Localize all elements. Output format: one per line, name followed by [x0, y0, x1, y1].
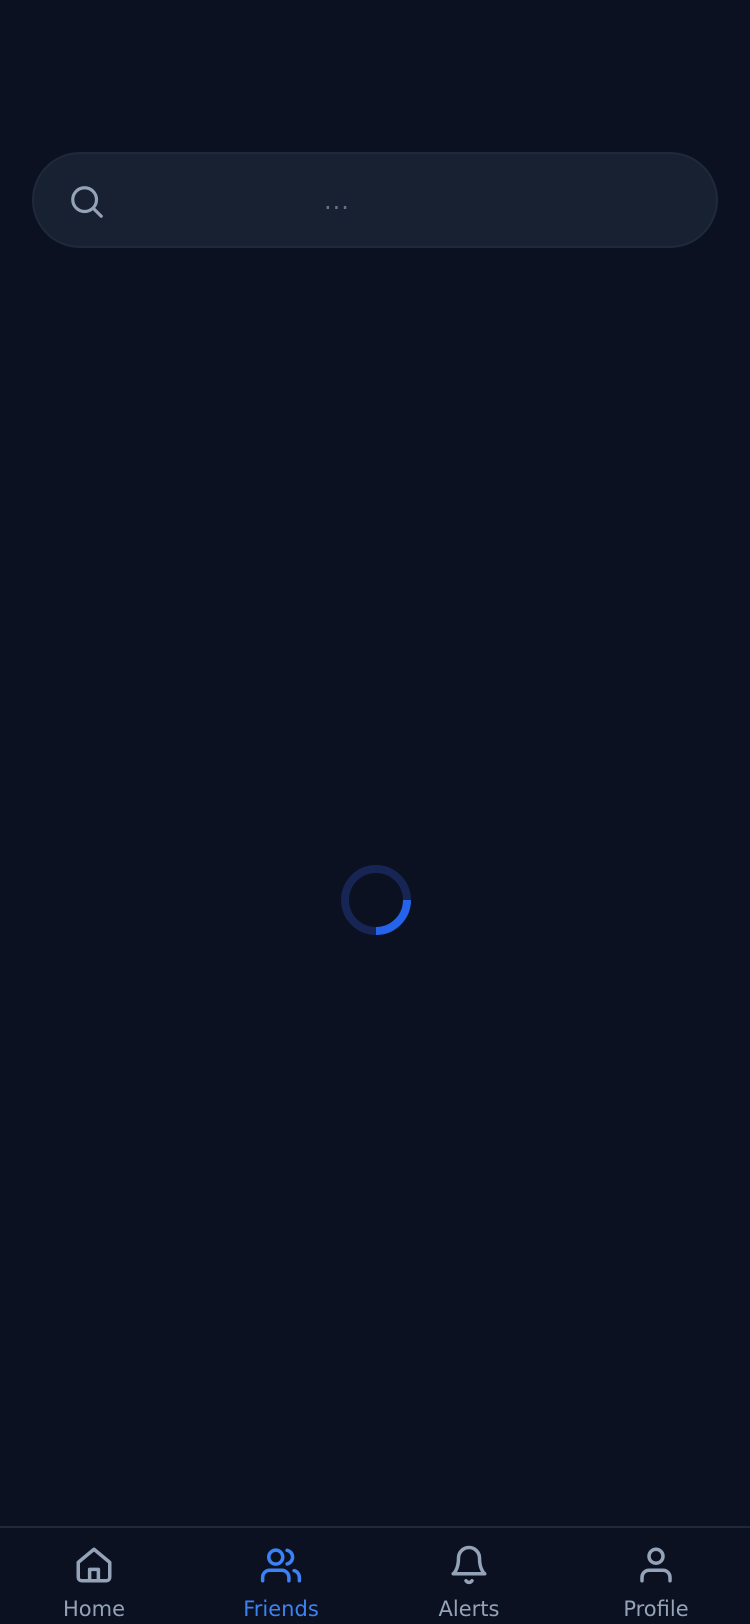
friends-icon — [260, 1548, 302, 1583]
bottom-tab-bar: Home Friends Alerts Profile — [0, 1526, 750, 1624]
search-input[interactable]: ... — [324, 176, 350, 226]
bell-icon — [451, 1545, 487, 1585]
tab-home-label: Home — [62, 1597, 125, 1621]
search-icon — [71, 186, 103, 218]
loading-spinner-arc — [375, 899, 411, 935]
home-icon — [76, 1547, 112, 1583]
tab-alerts[interactable]: Alerts — [375, 1528, 563, 1624]
profile-icon — [640, 1547, 672, 1583]
tab-friends[interactable]: Friends — [187, 1528, 375, 1624]
tab-alerts-label: Alerts — [438, 1597, 500, 1621]
friends-screen: ... Home Friends Alerts Profile — [0, 0, 750, 1624]
loading-spinner — [341, 865, 411, 935]
tab-profile[interactable]: Profile — [562, 1528, 750, 1624]
search-bar[interactable]: ... — [32, 152, 718, 248]
tab-friends-label: Friends — [243, 1597, 319, 1621]
tab-profile-label: Profile — [623, 1597, 689, 1621]
tab-home[interactable]: Home — [0, 1528, 188, 1624]
